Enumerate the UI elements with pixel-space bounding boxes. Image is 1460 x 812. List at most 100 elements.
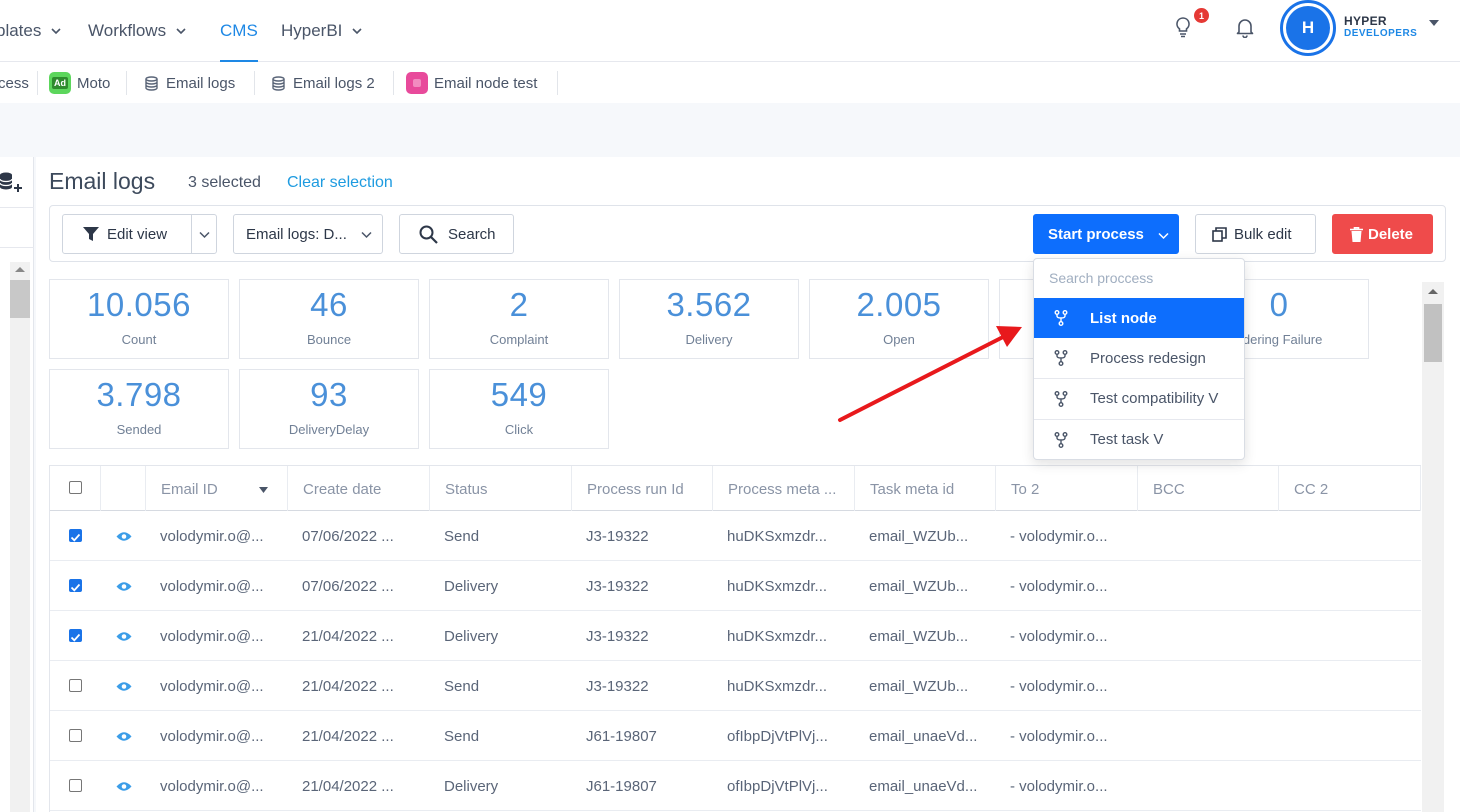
stat-card-bounce: 46 Bounce bbox=[239, 279, 419, 359]
column-header-bcc[interactable]: BCC bbox=[1138, 466, 1279, 512]
user-avatar[interactable]: H bbox=[1280, 0, 1336, 56]
app-badge-icon bbox=[406, 72, 428, 94]
scroll-up-arrow-icon[interactable] bbox=[14, 265, 26, 273]
process-option-test-task[interactable]: Test task V bbox=[1034, 419, 1244, 459]
cell-process-run-id: J61-19807 bbox=[586, 727, 657, 745]
table-row[interactable]: volodymir.o@... 21/04/2022 ... Delivery … bbox=[50, 761, 1421, 811]
table-row[interactable]: volodymir.o@... 21/04/2022 ... Send J61-… bbox=[50, 711, 1421, 761]
process-option-test-compatibility[interactable]: Test compatibility V bbox=[1034, 378, 1244, 418]
clear-selection-link[interactable]: Clear selection bbox=[287, 174, 393, 192]
process-option-list-node[interactable]: List node bbox=[1034, 298, 1244, 338]
chevron-down-icon bbox=[352, 28, 362, 35]
nav-item-cms[interactable]: CMS bbox=[220, 0, 258, 62]
table-row[interactable]: volodymir.o@... 21/04/2022 ... Delivery … bbox=[50, 611, 1421, 661]
chevron-down-icon[interactable] bbox=[199, 231, 210, 239]
eye-icon[interactable] bbox=[116, 681, 132, 692]
filter-icon bbox=[83, 227, 99, 241]
row-checkbox[interactable] bbox=[69, 529, 82, 542]
column-header-task-meta-id[interactable]: Task meta id bbox=[855, 466, 996, 512]
left-scrollbar-track[interactable] bbox=[10, 262, 30, 812]
column-header-cc-2[interactable]: CC 2 bbox=[1279, 466, 1421, 512]
column-header-to-2[interactable]: To 2 bbox=[996, 466, 1138, 512]
stat-card-open: 2.005 Open bbox=[809, 279, 989, 359]
delete-button[interactable]: Delete bbox=[1332, 214, 1433, 254]
cell-email-id: volodymir.o@... bbox=[160, 577, 264, 595]
cell-task-meta-id: email_unaeVd... bbox=[869, 727, 978, 745]
lightbulb-icon[interactable] bbox=[1170, 14, 1196, 40]
cell-process-run-id: J61-19807 bbox=[586, 777, 657, 795]
cell-process-meta: huDKSxmzdr... bbox=[727, 677, 828, 695]
search-icon bbox=[419, 225, 438, 244]
cell-status: Send bbox=[444, 727, 480, 745]
cell-process-meta: ofIbpDjVtPlVj... bbox=[727, 727, 828, 745]
cell-task-meta-id: email_WZUb... bbox=[869, 677, 969, 695]
user-name: HYPER bbox=[1344, 14, 1387, 28]
edit-view-button[interactable]: Edit view bbox=[62, 214, 217, 254]
cell-status: Delivery bbox=[444, 777, 499, 795]
column-header-create-date[interactable]: Create date bbox=[288, 466, 430, 512]
cell-task-meta-id: email_WZUb... bbox=[869, 527, 969, 545]
tab-divider bbox=[126, 71, 127, 95]
column-header-process-meta[interactable]: Process meta ... bbox=[713, 466, 855, 512]
cell-email-id: volodymir.o@... bbox=[160, 677, 264, 695]
process-option-process-redesign[interactable]: Process redesign bbox=[1034, 338, 1244, 378]
row-checkbox[interactable] bbox=[69, 629, 82, 642]
cell-process-run-id: J3-19322 bbox=[586, 677, 649, 695]
tab-moto[interactable]: Ad Moto bbox=[49, 63, 110, 103]
cell-email-id: volodymir.o@... bbox=[160, 527, 264, 545]
column-header-status[interactable]: Status bbox=[430, 466, 572, 512]
caret-down-icon[interactable] bbox=[1428, 18, 1440, 28]
view-select[interactable]: Email logs: D... bbox=[233, 214, 383, 254]
tab-process[interactable]: cess bbox=[0, 63, 29, 103]
scroll-up-arrow-icon[interactable] bbox=[1427, 287, 1439, 295]
table-row[interactable]: volodymir.o@... 07/06/2022 ... Send J3-1… bbox=[50, 511, 1421, 561]
cell-to-2: - volodymir.o... bbox=[1010, 777, 1108, 795]
select-all-checkbox[interactable] bbox=[69, 481, 82, 494]
cell-status: Send bbox=[444, 527, 480, 545]
process-search-input[interactable]: Search proccess bbox=[1049, 270, 1153, 286]
tab-email-node-test[interactable]: Email node test bbox=[406, 63, 537, 103]
cell-process-run-id: J3-19322 bbox=[586, 627, 649, 645]
column-header-process-run-id[interactable]: Process run Id bbox=[572, 466, 713, 512]
cell-status: Delivery bbox=[444, 627, 499, 645]
row-checkbox[interactable] bbox=[69, 779, 82, 792]
left-scrollbar-thumb[interactable] bbox=[10, 280, 30, 318]
sort-down-icon[interactable] bbox=[259, 487, 268, 493]
nav-item-templates[interactable]: plates bbox=[0, 0, 61, 62]
eye-icon[interactable] bbox=[116, 581, 132, 592]
column-header-email-id[interactable]: Email ID bbox=[146, 466, 288, 512]
eye-icon[interactable] bbox=[116, 531, 132, 542]
table-scrollbar-thumb[interactable] bbox=[1424, 304, 1442, 362]
cell-process-meta: huDKSxmzdr... bbox=[727, 577, 828, 595]
notification-count-badge: 1 bbox=[1194, 8, 1209, 23]
stat-card-complaint: 2 Complaint bbox=[429, 279, 609, 359]
email-logs-table: Email ID Create date Status Process run … bbox=[49, 465, 1421, 812]
page-title: Email logs bbox=[49, 168, 156, 194]
sidebar-divider bbox=[0, 247, 34, 248]
table-row[interactable]: volodymir.o@... 07/06/2022 ... Delivery … bbox=[50, 561, 1421, 611]
add-database-icon[interactable] bbox=[0, 170, 22, 196]
stat-card-sended: 3.798 Sended bbox=[49, 369, 229, 449]
nav-item-hyperbi[interactable]: HyperBI bbox=[281, 0, 362, 62]
tab-email-logs[interactable]: Email logs bbox=[145, 63, 235, 103]
eye-icon[interactable] bbox=[116, 731, 132, 742]
row-checkbox[interactable] bbox=[69, 579, 82, 592]
tab-email-logs-2[interactable]: Email logs 2 bbox=[272, 63, 375, 103]
row-checkbox[interactable] bbox=[69, 679, 82, 692]
eye-icon[interactable] bbox=[116, 781, 132, 792]
search-button[interactable]: Search bbox=[399, 214, 514, 254]
start-process-button[interactable]: Start process bbox=[1033, 214, 1179, 254]
cell-create-date: 21/04/2022 ... bbox=[302, 627, 394, 645]
bell-icon[interactable] bbox=[1232, 14, 1258, 40]
cell-email-id: volodymir.o@... bbox=[160, 627, 264, 645]
table-row[interactable]: volodymir.o@... 21/04/2022 ... Send J3-1… bbox=[50, 661, 1421, 711]
avatar-initial: H bbox=[1286, 6, 1330, 50]
cell-status: Send bbox=[444, 677, 480, 695]
database-icon bbox=[145, 75, 158, 91]
eye-icon[interactable] bbox=[116, 631, 132, 642]
sidebar-divider bbox=[0, 207, 34, 208]
tab-divider bbox=[557, 71, 558, 95]
bulk-edit-button[interactable]: Bulk edit bbox=[1195, 214, 1316, 254]
nav-item-workflows[interactable]: Workflows bbox=[88, 0, 186, 62]
row-checkbox[interactable] bbox=[69, 729, 82, 742]
